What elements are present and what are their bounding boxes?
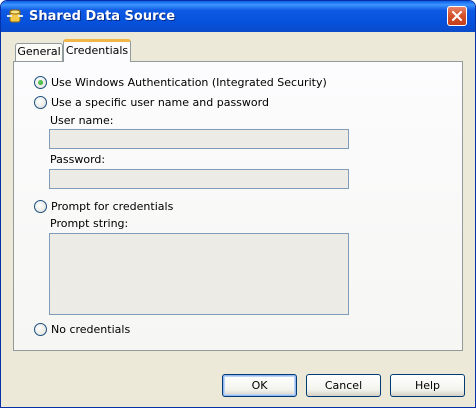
shared-data-source-dialog: Shared Data Source General Credentials U…	[0, 0, 476, 408]
radio-windows-auth[interactable]: Use Windows Authentication (Integrated S…	[34, 75, 327, 89]
radio-button[interactable]	[34, 95, 47, 109]
tab-credentials[interactable]: Credentials	[63, 39, 131, 62]
window-title: Shared Data Source	[29, 9, 176, 24]
radio-label: Use Windows Authentication (Integrated S…	[51, 75, 327, 89]
prompt-string-field[interactable]	[49, 233, 349, 315]
radio-button[interactable]	[34, 199, 47, 213]
radio-label: Use a specific user name and password	[51, 95, 269, 109]
radio-specific-user[interactable]: Use a specific user name and password	[34, 95, 269, 109]
radio-label: Prompt for credentials	[51, 199, 174, 213]
ok-button[interactable]: OK	[222, 374, 297, 397]
radio-label: No credentials	[51, 322, 131, 336]
username-label: User name:	[50, 114, 114, 127]
close-button[interactable]	[447, 6, 467, 26]
password-label: Password:	[50, 153, 106, 166]
username-field[interactable]	[49, 129, 349, 149]
tab-general[interactable]: General	[15, 43, 63, 61]
cancel-button[interactable]: Cancel	[306, 374, 381, 397]
credentials-panel: Use Windows Authentication (Integrated S…	[13, 61, 463, 351]
title-bar[interactable]: Shared Data Source	[1, 1, 475, 32]
radio-prompt-credentials[interactable]: Prompt for credentials	[34, 199, 173, 213]
radio-no-credentials[interactable]: No credentials	[34, 322, 130, 336]
help-button[interactable]: Help	[390, 374, 465, 397]
radio-button[interactable]	[34, 322, 47, 336]
close-icon	[452, 11, 462, 21]
prompt-string-label: Prompt string:	[50, 217, 129, 230]
password-field[interactable]	[49, 169, 349, 189]
radio-button[interactable]	[34, 75, 47, 89]
data-source-icon	[7, 8, 23, 24]
